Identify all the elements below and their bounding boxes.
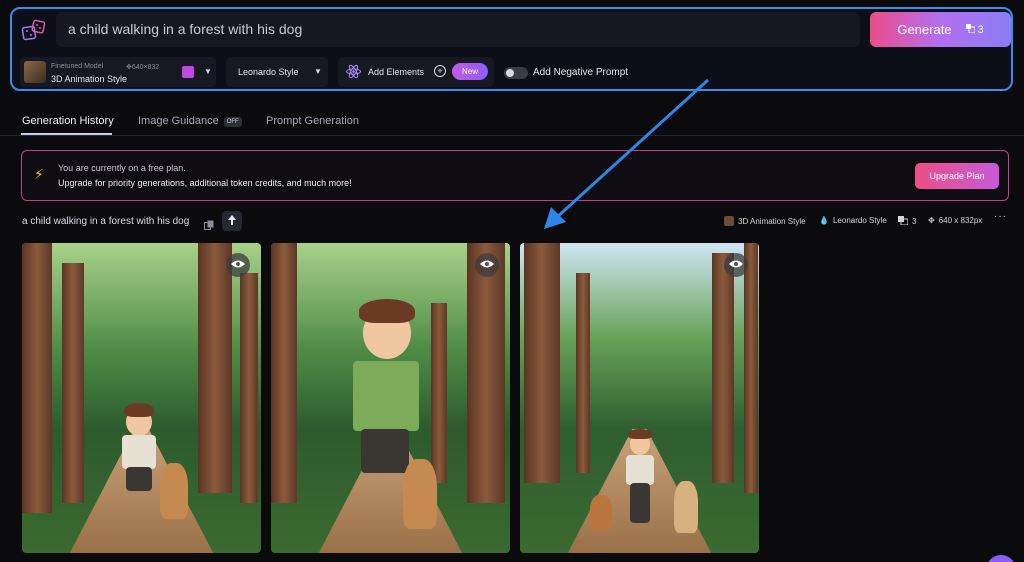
chat-bubble-button[interactable] [986, 555, 1016, 562]
view-image-button[interactable] [226, 253, 250, 277]
banner-message: Upgrade for priority generations, additi… [58, 178, 352, 188]
model-edit-icon[interactable] [182, 66, 194, 78]
token-count: 3 [965, 23, 984, 36]
generated-image-3[interactable] [520, 243, 759, 553]
generate-label: Generate [897, 22, 952, 37]
active-tab-indicator [21, 133, 112, 135]
generation-model-label: 3D Animation Style [738, 216, 806, 226]
tab-label: Image Guidance [138, 115, 219, 127]
dog-figure [160, 463, 188, 519]
generate-button[interactable]: Generate 3 [870, 12, 1011, 47]
generation-size-label: 640 x 832px [938, 216, 983, 225]
plus-icon: + [434, 65, 446, 77]
token-icon [965, 23, 976, 36]
more-options-icon[interactable]: ··· [994, 211, 1007, 222]
child-hair [628, 429, 652, 439]
child-shorts [126, 467, 152, 491]
view-image-button[interactable] [475, 253, 499, 277]
tab-bar: Generation History Image Guidance OFF Pro… [0, 109, 1024, 136]
prompt-input[interactable]: a child walking in a forest with his dog [56, 12, 860, 47]
eye-icon [480, 256, 494, 274]
tree-trunk [576, 273, 590, 473]
copy-icon[interactable] [204, 217, 214, 235]
upgrade-plan-button[interactable]: Upgrade Plan [915, 163, 999, 189]
model-name: 3D Animation Style [51, 74, 128, 84]
child-shirt [626, 455, 654, 485]
generation-size: ✥ 640 x 832px [928, 216, 982, 225]
negative-prompt-toggle[interactable] [504, 67, 528, 79]
prompt-panel: a child walking in a forest with his dog… [10, 7, 1013, 91]
eye-icon [231, 256, 245, 274]
child-hair [124, 403, 154, 417]
tree-trunk [62, 263, 84, 503]
tree-trunk [744, 243, 758, 493]
generated-image-2[interactable] [271, 243, 510, 553]
drop-icon: 💧 [819, 216, 829, 225]
reuse-prompt-button[interactable] [222, 211, 242, 231]
dog-figure [590, 495, 612, 531]
lightning-icon: ⚡ [34, 166, 44, 182]
child-shorts [361, 429, 409, 473]
model-subtitle: Finetuned Model [51, 63, 104, 70]
tree-trunk [240, 273, 258, 503]
tree-trunk [467, 243, 505, 503]
child-hair [359, 299, 415, 323]
tab-prompt-generation[interactable]: Prompt Generation [266, 115, 359, 127]
resize-icon: ✥ [928, 216, 935, 225]
new-badge: New [452, 63, 488, 80]
add-elements-label: Add Elements [368, 67, 425, 77]
dog-figure [403, 459, 437, 529]
tab-label: Prompt Generation [266, 115, 359, 127]
style-label: Leonardo Style [238, 67, 299, 77]
child-shirt [122, 435, 156, 469]
generated-image-1[interactable] [22, 243, 261, 553]
banner-notice: You are currently on a free plan. [58, 163, 186, 173]
tab-label: Generation History [22, 115, 114, 127]
tab-image-guidance[interactable]: Image Guidance OFF [138, 115, 242, 127]
style-dropdown[interactable]: Leonardo Style ▼ [226, 57, 328, 87]
free-plan-banner: ⚡ You are currently on a free plan. Upgr… [21, 150, 1009, 201]
add-elements-button[interactable]: Add Elements + New [338, 57, 494, 87]
tree-trunk [198, 243, 232, 493]
dog-figure [674, 481, 698, 533]
arrow-up-icon [228, 212, 236, 230]
generation-count: 3 [898, 216, 916, 227]
off-badge: OFF [223, 117, 242, 127]
generation-prompt: a child walking in a forest with his dog [22, 216, 190, 227]
chevron-down-icon[interactable]: ▼ [204, 67, 212, 76]
atom-icon [346, 64, 361, 81]
tree-trunk [22, 243, 52, 513]
tree-trunk [712, 253, 734, 483]
images-icon [898, 216, 909, 227]
dice-icon[interactable] [20, 17, 48, 45]
model-selector[interactable]: Finetuned Model ✥640×832 3D Animation St… [20, 57, 216, 87]
child-shirt [353, 361, 419, 431]
tree-trunk [431, 303, 447, 483]
tree-trunk [271, 243, 297, 503]
model-thumbnail-icon [724, 216, 734, 226]
tree-trunk [524, 243, 560, 483]
page: a child walking in a forest with his dog… [0, 0, 1024, 562]
negative-prompt-label: Add Negative Prompt [533, 67, 629, 78]
chevron-down-icon: ▼ [314, 67, 322, 76]
generation-model: 3D Animation Style [724, 216, 806, 226]
token-count-value: 3 [977, 23, 984, 36]
tab-generation-history[interactable]: Generation History [22, 115, 114, 127]
generation-style: 💧 Leonardo Style [819, 216, 887, 225]
generation-count-label: 3 [912, 217, 917, 226]
model-thumbnail [24, 61, 46, 83]
model-dimensions-value: 640×832 [131, 64, 160, 71]
model-dimensions: ✥640×832 [126, 63, 159, 71]
generation-style-label: Leonardo Style [832, 216, 887, 225]
child-pants [630, 483, 650, 523]
view-image-button[interactable] [724, 253, 748, 277]
eye-icon [729, 256, 743, 274]
